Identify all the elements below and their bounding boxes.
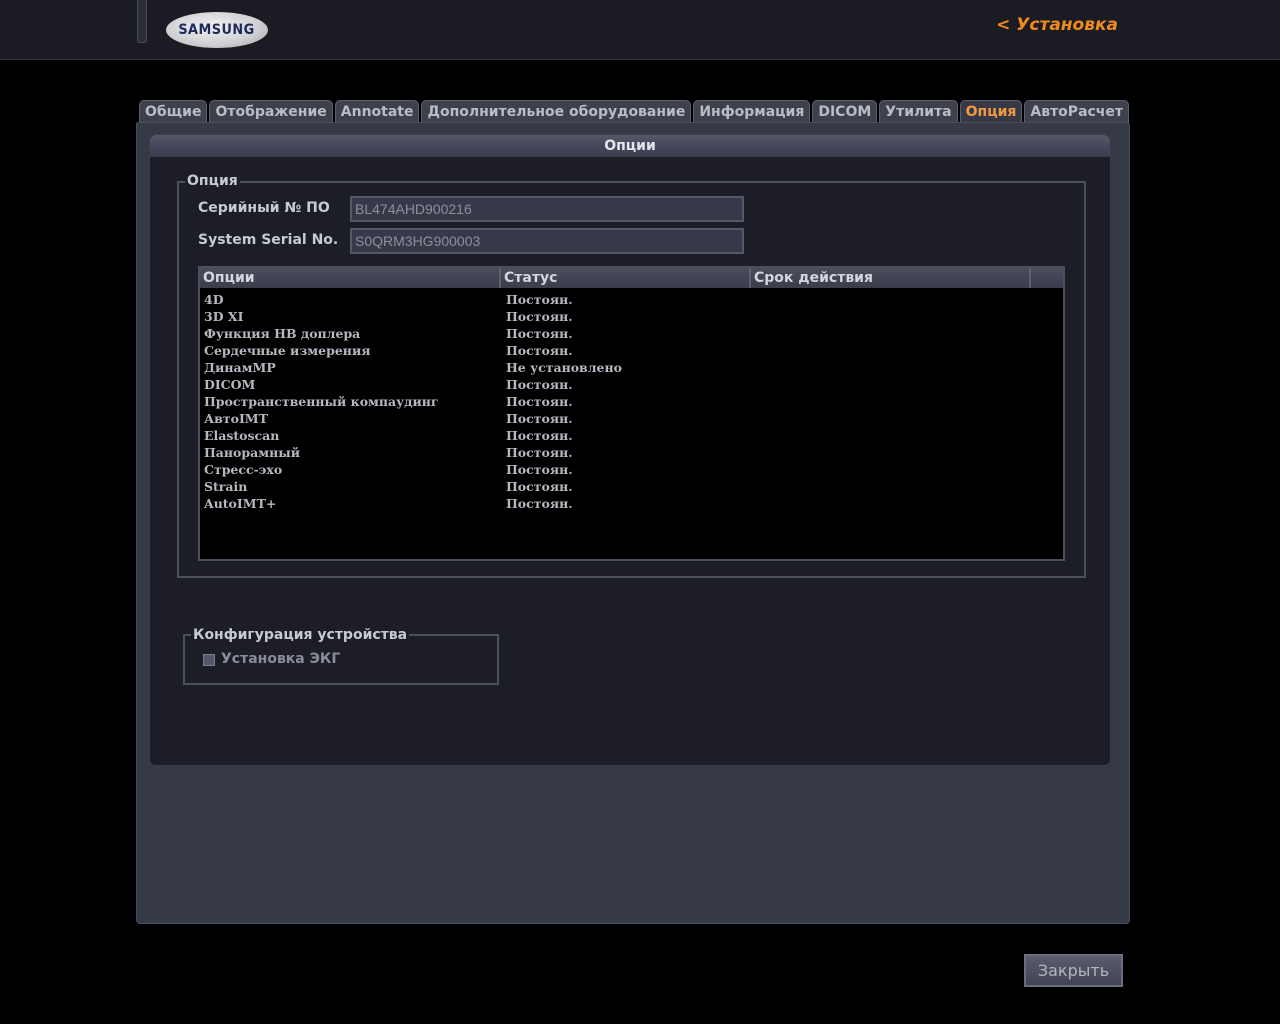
cell-status: Постоян. [506, 326, 573, 341]
cell-expiry [756, 444, 1040, 461]
cell-option: 3D XI [204, 309, 244, 324]
table-row[interactable]: 3D XI Постоян. [200, 308, 1063, 325]
tab-2[interactable]: Annotate [334, 100, 420, 123]
column-header-expiry[interactable]: Срок действия [751, 268, 1031, 288]
logo-text: SAMSUNG [178, 22, 256, 38]
cell-status: Постоян. [506, 462, 573, 477]
cell-option: Пространственный компаудинг [204, 394, 439, 409]
cell-option: ДинамМР [204, 360, 276, 375]
table-row[interactable]: Панорамный Постоян. [200, 444, 1063, 461]
tab-1[interactable]: Отображение [209, 100, 333, 123]
cell-status: Постоян. [506, 479, 573, 494]
panel-handle[interactable] [137, 0, 147, 43]
cell-status: Постоян. [506, 343, 573, 358]
page-title[interactable]: < Установка [996, 15, 1118, 35]
cell-option: Сердечные измерения [204, 343, 371, 358]
panel-title: Опции [150, 135, 1110, 157]
table-row[interactable]: 4D Постоян. [200, 291, 1063, 308]
tab-4[interactable]: Информация [693, 100, 811, 123]
ecg-checkbox-label[interactable]: Установка ЭКГ [221, 651, 340, 667]
cell-status: Постоян. [506, 428, 573, 443]
cell-expiry [756, 359, 1040, 376]
cell-option: 4D [204, 292, 224, 307]
cell-status: Постоян. [506, 292, 573, 307]
cell-option: Elastoscan [204, 428, 280, 443]
table-row[interactable]: ДинамМР Не установлено [200, 359, 1063, 376]
sw-serial-field[interactable]: BL474AHD900216 [350, 196, 744, 222]
table-row[interactable]: AutoIMT+ Постоян. [200, 495, 1063, 512]
close-button[interactable]: Закрыть [1024, 954, 1123, 987]
cell-expiry [756, 393, 1040, 410]
cell-status: Постоян. [506, 394, 573, 409]
tab-0[interactable]: Общие [139, 100, 208, 123]
cell-expiry [756, 495, 1040, 512]
cell-status: Не установлено [506, 360, 622, 375]
cell-expiry [756, 461, 1040, 478]
options-table[interactable]: Опции Статус Срок действия 4D Постоян. 3D … [198, 266, 1065, 561]
cell-expiry [756, 410, 1040, 427]
cell-option: Функция НВ доплера [204, 326, 361, 341]
cell-expiry [756, 308, 1040, 325]
samsung-logo: SAMSUNG [166, 12, 268, 48]
cell-status: Постоян. [506, 309, 573, 324]
cell-status: Постоян. [506, 445, 573, 460]
settings-tabs: Общие Отображение Annotate Дополнительное о… [139, 100, 1130, 123]
tab-3[interactable]: Дополнительное оборудование [421, 100, 692, 123]
ecg-checkbox[interactable] [203, 654, 215, 666]
table-row[interactable]: Функция НВ доплера Постоян. [200, 325, 1063, 342]
cell-status: Постоян. [506, 377, 573, 392]
cell-option: Панорамный [204, 445, 301, 460]
column-header-spacer [1031, 268, 1063, 288]
cell-option: AutoIMT+ [204, 496, 277, 511]
tab-5[interactable]: DICOM [812, 100, 878, 123]
cell-expiry [756, 291, 1040, 308]
table-row[interactable]: Стресс-эхо Постоян. [200, 461, 1063, 478]
cell-expiry [756, 342, 1040, 359]
table-row[interactable]: DICOM Постоян. [200, 376, 1063, 393]
table-row[interactable]: Strain Постоян. [200, 478, 1063, 495]
table-header: Опции Статус Срок действия [200, 268, 1063, 288]
table-row[interactable]: Сердечные измерения Постоян. [200, 342, 1063, 359]
cell-option: АвтоIMT [204, 411, 268, 426]
cell-expiry [756, 325, 1040, 342]
table-body: 4D Постоян. 3D XI Постоян. Функция НВ доплер… [200, 291, 1063, 512]
tab-7[interactable]: Опция [959, 100, 1023, 123]
system-serial-label: System Serial No. [198, 232, 339, 248]
cell-option: DICOM [204, 377, 256, 392]
system-serial-field[interactable]: S0QRM3HG900003 [350, 228, 744, 254]
column-header-options[interactable]: Опции [200, 268, 501, 288]
cell-status: Постоян. [506, 411, 573, 426]
tab-6[interactable]: Утилита [879, 100, 958, 123]
cell-expiry [756, 478, 1040, 495]
cell-status: Постоян. [506, 496, 573, 511]
option-group-legend: Опция [185, 172, 240, 190]
cell-expiry [756, 427, 1040, 444]
tab-8[interactable]: АвтоРасчет [1024, 100, 1130, 123]
table-row[interactable]: АвтоIMT Постоян. [200, 410, 1063, 427]
table-row[interactable]: Пространственный компаудинг Постоян. [200, 393, 1063, 410]
cell-expiry [756, 376, 1040, 393]
top-bar: SAMSUNG < Установка [0, 0, 1280, 60]
cell-option: Strain [204, 479, 248, 494]
column-header-status[interactable]: Статус [501, 268, 751, 288]
device-config-legend: Конфигурация устройства [191, 626, 410, 644]
cell-option: Стресс-эхо [204, 462, 283, 477]
sw-serial-label: Серийный № ПО [198, 200, 330, 216]
table-row[interactable]: Elastoscan Постоян. [200, 427, 1063, 444]
